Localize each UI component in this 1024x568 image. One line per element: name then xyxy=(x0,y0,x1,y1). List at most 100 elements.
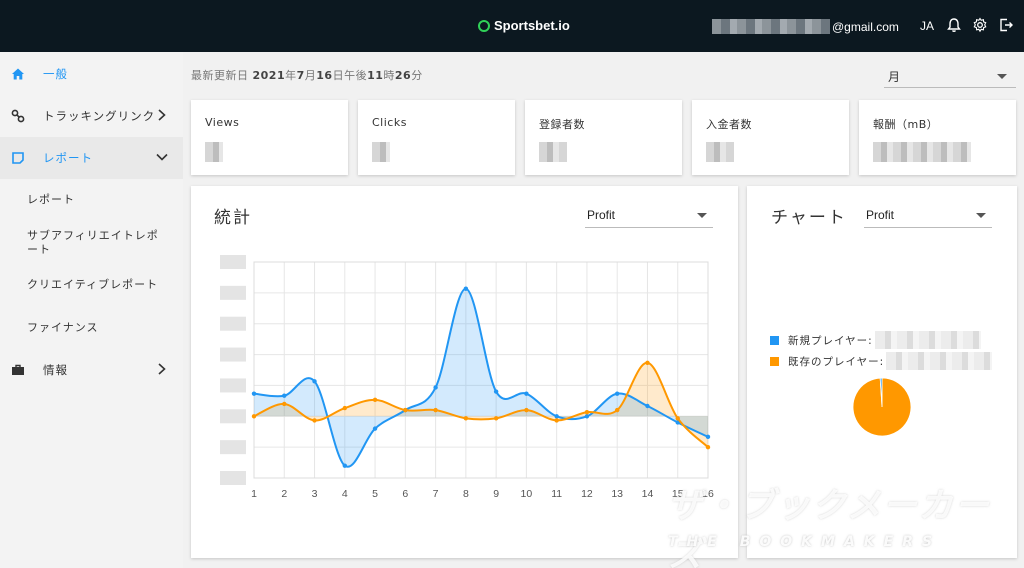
sub-item-subaffiliate-report[interactable]: サブアフィリエイトレポート xyxy=(27,229,167,257)
sidebar-item-label: 情報 xyxy=(43,363,68,377)
x-tick-label: 10 xyxy=(521,488,533,500)
data-point xyxy=(342,463,347,468)
logout-icon[interactable] xyxy=(998,17,1014,33)
x-tick-label: 6 xyxy=(402,488,408,500)
y-tick-label-redacted xyxy=(220,347,246,362)
last-updated-label: 最新更新日 xyxy=(191,69,249,82)
chart-metric-value: Profit xyxy=(866,208,895,222)
stat-card-commission: 報酬（mB） xyxy=(859,100,1016,175)
updated-year-unit: 年 xyxy=(285,69,297,82)
data-point xyxy=(554,414,559,419)
sub-item-report[interactable]: レポート xyxy=(27,193,167,207)
updated-hour: 11 xyxy=(367,69,384,82)
stats-metric-select[interactable]: Profit xyxy=(585,204,713,228)
link-icon xyxy=(11,109,25,123)
bell-icon[interactable] xyxy=(946,17,962,33)
gear-icon[interactable] xyxy=(972,17,988,33)
chevron-down-icon xyxy=(156,153,168,161)
data-point xyxy=(403,407,408,413)
updated-hour-unit: 時 xyxy=(383,69,395,82)
data-point xyxy=(493,389,499,394)
card-value-redacted xyxy=(372,142,390,162)
stats-metric-value: Profit xyxy=(587,208,616,222)
period-select[interactable]: 月 xyxy=(884,64,1016,88)
legend-value-redacted xyxy=(874,331,981,349)
data-point xyxy=(312,418,317,423)
sub-item-creative-report[interactable]: クリエイティブレポート xyxy=(27,278,167,292)
card-value-redacted xyxy=(205,142,223,162)
x-tick-label: 5 xyxy=(372,488,378,500)
report-icon xyxy=(12,152,24,164)
data-point xyxy=(372,397,378,403)
data-point xyxy=(705,444,711,450)
legend-value-redacted xyxy=(886,352,993,370)
sidebar-item-tracking-links[interactable]: トラッキングリンク xyxy=(0,95,183,137)
data-point xyxy=(282,401,287,407)
x-tick-label: 4 xyxy=(342,488,348,500)
card-value-redacted xyxy=(873,142,971,162)
card-label: 登録者数 xyxy=(539,118,585,131)
sidebar-item-reports[interactable]: レポート xyxy=(0,137,183,179)
sidebar-item-general[interactable]: 一般 xyxy=(0,53,183,95)
updated-month-unit: 月 xyxy=(304,69,317,82)
email-redacted xyxy=(712,19,830,34)
chart-title: チャート xyxy=(771,208,847,228)
period-value: 月 xyxy=(888,70,901,84)
stat-card-views: Views xyxy=(191,100,348,175)
chart-metric-select[interactable]: Profit xyxy=(864,204,992,228)
chevron-right-icon xyxy=(158,363,166,375)
data-point xyxy=(645,360,650,365)
language-selector[interactable]: JA xyxy=(920,19,934,33)
x-tick-label: 13 xyxy=(611,488,623,500)
sportsbet-logo[interactable]: Sportsbet.io xyxy=(478,18,570,33)
x-tick-label: 2 xyxy=(281,488,287,500)
sidebar-item-info[interactable]: 情報 xyxy=(0,349,183,391)
account-email: @gmail.com xyxy=(712,18,899,35)
data-point xyxy=(493,416,499,421)
updated-day: 16 xyxy=(316,69,333,82)
sidebar-item-label: 一般 xyxy=(43,67,68,81)
legend-new-players: 新規プレイヤー: xyxy=(770,331,981,349)
data-point xyxy=(433,407,438,413)
data-point xyxy=(524,407,529,413)
sidebar-item-label: トラッキングリンク xyxy=(43,109,156,123)
last-updated: 最新更新日 2021年7月16日午後11時26分 xyxy=(191,67,423,83)
data-point xyxy=(705,434,711,440)
x-tick-label: 7 xyxy=(433,488,439,500)
stat-card-depositors: 入金者数 xyxy=(692,100,849,175)
stats-title: 統計 xyxy=(214,208,252,228)
watermark-subtitle: THE BOOKMAKERS xyxy=(668,534,942,550)
y-tick-label-redacted xyxy=(220,255,246,269)
home-icon xyxy=(12,68,24,80)
data-point xyxy=(675,416,680,421)
y-tick-label-redacted xyxy=(220,440,246,455)
data-point xyxy=(463,286,469,291)
data-point xyxy=(312,379,317,384)
data-point xyxy=(554,418,559,423)
logo-icon xyxy=(478,19,490,32)
card-label: 報酬（mB） xyxy=(873,118,939,131)
x-tick-label: 8 xyxy=(463,488,469,500)
updated-month: 7 xyxy=(296,69,305,82)
x-tick-label: 14 xyxy=(642,488,654,500)
card-label: 入金者数 xyxy=(706,118,752,131)
data-point xyxy=(615,391,620,396)
legend-swatch-blue xyxy=(770,335,779,345)
card-label: Clicks xyxy=(372,116,407,129)
y-tick-label-redacted xyxy=(220,471,246,485)
x-tick-label: 11 xyxy=(551,488,562,500)
player-pie-chart xyxy=(852,377,912,437)
updated-minute: 26 xyxy=(394,69,412,82)
watermark-logo: ザ・ブックメーカーズ xyxy=(668,486,991,568)
x-tick-label: 12 xyxy=(581,488,593,500)
stat-card-clicks: Clicks xyxy=(358,100,515,175)
y-tick-label-redacted xyxy=(220,285,246,300)
sidebar-item-label: レポート xyxy=(43,151,93,165)
legend-label: 既存のプレイヤー: xyxy=(788,355,885,368)
sub-item-finance[interactable]: ファイナンス xyxy=(27,321,167,335)
chevron-right-icon xyxy=(158,109,166,121)
card-value-redacted xyxy=(539,142,567,162)
updated-year: 2021 xyxy=(252,69,286,82)
data-point xyxy=(584,414,590,419)
email-domain: @gmail.com xyxy=(832,19,899,34)
